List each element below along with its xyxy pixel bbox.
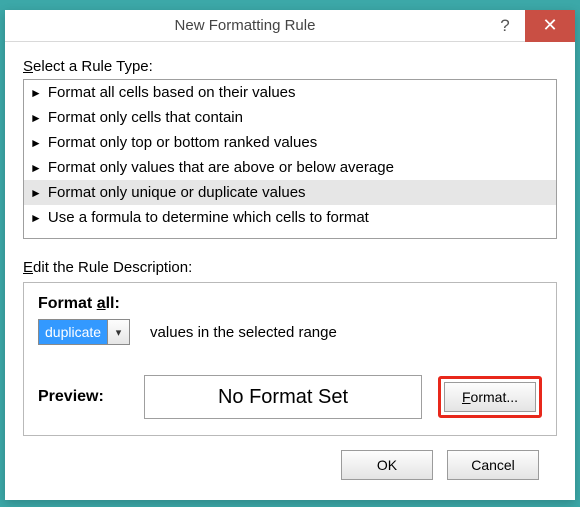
rule-type-item-label: Format only cells that contain	[48, 109, 243, 126]
rule-type-item[interactable]: ► Format only top or bottom ranked values	[24, 130, 556, 155]
rule-type-item-label: Format all cells based on their values	[48, 84, 296, 101]
preview-box: No Format Set	[144, 375, 422, 419]
dialog-footer: OK Cancel	[23, 436, 557, 480]
select-value: duplicate	[39, 320, 107, 344]
format-button-highlight: Format...	[438, 376, 542, 418]
rule-type-item[interactable]: ► Format only unique or duplicate values	[24, 180, 556, 205]
rule-type-item[interactable]: ► Format only cells that contain	[24, 105, 556, 130]
rule-type-item[interactable]: ► Format all cells based on their values	[24, 80, 556, 105]
help-icon[interactable]: ?	[485, 16, 525, 36]
dialog-body: Select a Rule Type: ► Format all cells ba…	[5, 42, 575, 494]
duplicate-unique-select[interactable]: duplicate ▾	[38, 319, 130, 345]
titlebar: New Formatting Rule ? ✕	[5, 10, 575, 42]
arrow-icon: ►	[30, 162, 42, 174]
rule-type-item[interactable]: ► Format only values that are above or be…	[24, 155, 556, 180]
rule-type-item-label: Format only unique or duplicate values	[48, 184, 306, 201]
rule-type-list[interactable]: ►Format all cells based on their values►…	[23, 79, 557, 239]
arrow-icon: ►	[30, 137, 42, 149]
arrow-icon: ►	[30, 112, 42, 124]
arrow-icon: ►	[30, 212, 42, 224]
format-button[interactable]: Format...	[444, 382, 536, 412]
edit-rule-description-section: Edit the Rule Description: Format all: d…	[23, 259, 557, 436]
format-all-label: Format all:	[38, 295, 542, 313]
rule-type-item-label: Format only top or bottom ranked values	[48, 134, 317, 151]
rule-description-group: Format all: duplicate ▾ values in the se…	[23, 282, 557, 436]
format-all-row: duplicate ▾ values in the selected range	[38, 319, 542, 345]
cancel-button[interactable]: Cancel	[447, 450, 539, 480]
dialog-window: New Formatting Rule ? ✕ Select a Rule Ty…	[5, 10, 575, 500]
rule-type-item[interactable]: ► Use a formula to determine which cells …	[24, 205, 556, 230]
preview-row: Preview: No Format Set Format...	[38, 375, 542, 419]
select-rule-type-label: Select a Rule Type:	[23, 58, 557, 75]
arrow-icon: ►	[30, 187, 42, 199]
preview-label: Preview:	[38, 388, 128, 406]
rule-type-item-label: Format only values that are above or bel…	[48, 159, 394, 176]
range-text: values in the selected range	[150, 324, 337, 341]
ok-button[interactable]: OK	[341, 450, 433, 480]
close-icon[interactable]: ✕	[525, 10, 575, 42]
rule-type-item-label: Use a formula to determine which cells t…	[48, 209, 369, 226]
edit-rule-description-label: Edit the Rule Description:	[23, 259, 557, 276]
arrow-icon: ►	[30, 87, 42, 99]
window-title: New Formatting Rule	[5, 17, 485, 34]
chevron-down-icon: ▾	[107, 320, 129, 344]
